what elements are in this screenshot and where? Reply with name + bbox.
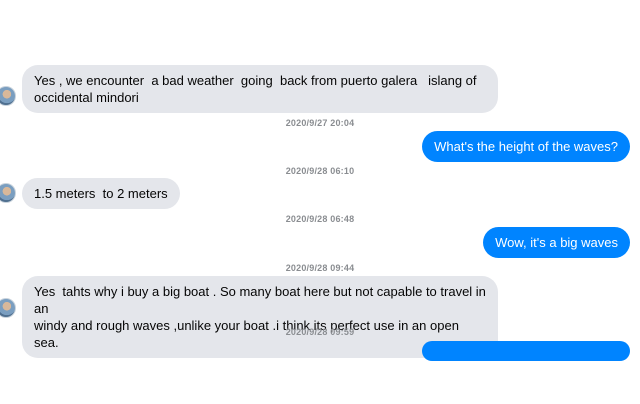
message-thread: Yes , we encounter a bad weather going b… <box>0 0 640 404</box>
incoming-message[interactable]: Yes , we encounter a bad weather going b… <box>22 65 498 113</box>
outgoing-message[interactable]: Wow, it's a big waves <box>483 227 630 258</box>
timestamp: 2020/9/28 09:44 <box>285 263 355 273</box>
incoming-message[interactable]: 1.5 meters to 2 meters <box>22 178 180 209</box>
outgoing-message-partial[interactable] <box>422 341 630 361</box>
outgoing-message[interactable]: What's the height of the waves? <box>422 131 630 162</box>
timestamp: 2020/9/28 09:59 <box>285 327 355 337</box>
sender-avatar[interactable] <box>0 298 16 318</box>
sender-avatar[interactable] <box>0 183 16 203</box>
timestamp: 2020/9/28 06:48 <box>285 214 355 224</box>
timestamp: 2020/9/28 06:10 <box>285 166 355 176</box>
timestamp: 2020/9/27 20:04 <box>285 118 355 128</box>
sender-avatar[interactable] <box>0 86 16 106</box>
